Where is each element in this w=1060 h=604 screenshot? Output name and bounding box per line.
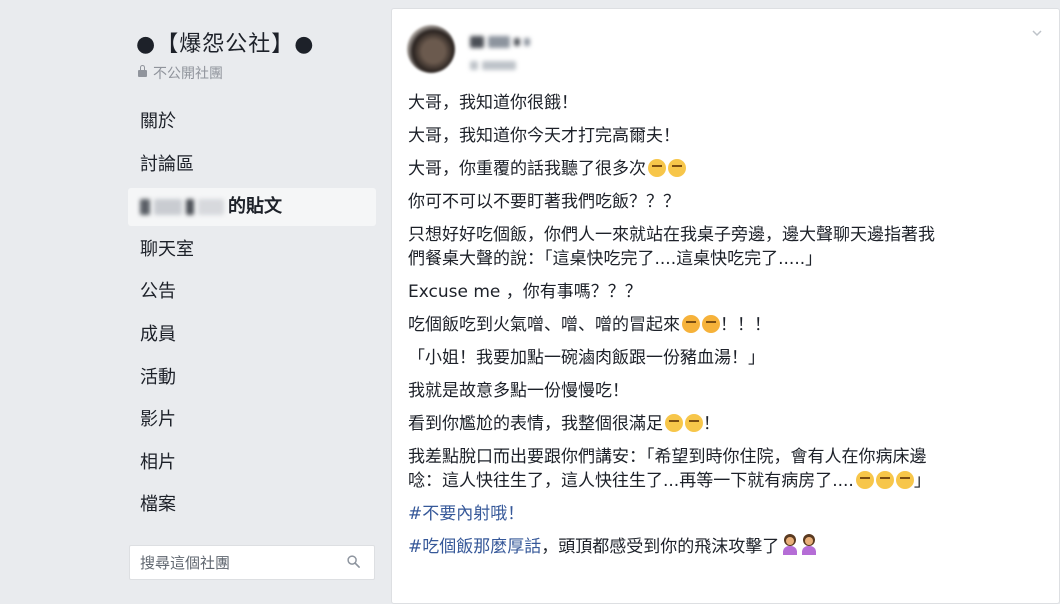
post-text: 大哥，你重覆的話我聽了很多次 [408, 159, 646, 179]
smile-emoji-icon [665, 414, 683, 432]
post-text: 唸：這人快往生了，這人快往生了...再等一下就有病房了.... [408, 471, 854, 491]
nav-item-label: 的貼文 [228, 196, 282, 218]
person-gesturing-icon [782, 537, 798, 555]
redacted-text [514, 37, 520, 46]
post-line: 大哥，我知道你今天才打完高爾夫！ [408, 126, 680, 146]
redacted-name [198, 199, 224, 216]
post-line: 你可不可以不要盯著我們吃飯？？？ [408, 192, 680, 212]
nav-item-videos[interactable]: 影片 [128, 401, 376, 439]
nav-item-label: 檔案 [140, 494, 176, 516]
nav-item-label: 相片 [140, 451, 176, 473]
hashtag-link[interactable]: #不要內射哦！ [408, 502, 1048, 526]
nav-item-files[interactable]: 檔案 [128, 486, 376, 524]
weary-emoji-icon [855, 471, 874, 489]
post-card: 大哥，我知道你很餓！ 大哥，我知道你今天才打完高爾夫！ 大哥，你重覆的話我聽了很… [391, 8, 1060, 604]
nav-item-events[interactable]: 活動 [128, 359, 376, 397]
post-body: 大哥，我知道你很餓！ 大哥，我知道你今天才打完高爾夫！ 大哥，你重覆的話我聽了很… [408, 91, 1048, 568]
nav-item-about[interactable]: 關於 [128, 103, 376, 141]
privacy-label: 不公開社團 [153, 66, 223, 82]
nav-item-label: 活動 [140, 366, 176, 388]
redacted-text [482, 61, 516, 70]
post-line: 吃個飯吃到火氣噌、噌、噌的冒起來 ！！！ [408, 313, 1048, 337]
angry-emoji-icon [682, 315, 700, 333]
post-line: Excuse me ，你有事嗎？？？ [408, 282, 642, 302]
nav-item-members[interactable]: 成員 [128, 316, 376, 354]
nav-item-label: 公告 [140, 281, 176, 303]
post-text: 」 [913, 471, 931, 491]
group-search-box [129, 545, 375, 580]
nav-item-label: 成員 [140, 323, 176, 345]
post-line: #吃個飯那麼厚話，頭頂都感受到你的飛沫攻擊了 [408, 535, 1048, 559]
post-text: ！！！ [720, 315, 771, 335]
author-avatar[interactable] [407, 25, 455, 73]
post-line: 我就是故意多點一份慢慢吃！ [408, 381, 629, 401]
post-line: 唸：這人快往生了，這人快往生了...再等一下就有病房了.... 」 [408, 469, 1048, 493]
post-line: 看到你尷尬的表情，我整個很滿足 ！ [408, 412, 1048, 436]
chevron-down-icon[interactable] [1031, 27, 1043, 39]
post-line: 只想好好吃個飯，你們人一來就站在我桌子旁邊，邊大聲聊天邊指著我 [408, 225, 935, 245]
nav-item-label: 影片 [140, 409, 176, 431]
redacted-name [186, 199, 194, 216]
post-line: 們餐桌大聲的說：「這桌快吃完了....這桌快吃完了.....」 [408, 249, 823, 269]
smile-emoji-icon [685, 414, 703, 432]
weary-emoji-icon [668, 159, 686, 177]
redacted-text [470, 35, 484, 48]
post-timestamp-redacted[interactable] [470, 55, 520, 74]
hashtag-link[interactable]: #吃個飯那麼厚話 [408, 537, 541, 557]
group-search-input[interactable] [140, 553, 330, 573]
nav-item-member-posts[interactable]: 的貼文 [128, 188, 376, 227]
angry-emoji-icon [702, 315, 720, 333]
weary-emoji-icon [895, 471, 914, 489]
post-text: ，頭頂都感受到你的飛沫攻擊了 [541, 537, 780, 557]
weary-emoji-icon [875, 471, 894, 489]
post-line: 大哥，你重覆的話我聽了很多次 [408, 157, 1048, 181]
lock-icon [138, 65, 147, 77]
post-text: 看到你尷尬的表情，我整個很滿足 [408, 414, 663, 434]
redacted-name [154, 199, 182, 216]
redacted-text [524, 37, 530, 46]
group-nav: 關於 討論區 的貼文 聊天室 公告 成員 活動 影片 相片 檔案 [128, 103, 376, 529]
nav-item-label: 聊天室 [140, 238, 194, 260]
nav-item-announcements[interactable]: 公告 [128, 273, 376, 311]
post-line: 我差點脫口而出要跟你們講安：「希望到時你住院，會有人在你病床邊 [408, 447, 927, 467]
search-icon[interactable] [347, 555, 360, 568]
group-title[interactable]: ●【爆怨公社】● [136, 26, 314, 58]
post-line: 大哥，我知道你很餓！ [408, 93, 578, 113]
redacted-name [140, 199, 150, 216]
nav-item-label: 討論區 [140, 153, 194, 175]
redacted-text [488, 35, 510, 48]
author-name-redacted[interactable] [470, 31, 534, 50]
post-text: 吃個飯吃到火氣噌、噌、噌的冒起來 [408, 315, 680, 335]
nav-item-label: 關於 [140, 111, 176, 132]
redacted-text [470, 61, 478, 70]
weary-emoji-icon [648, 159, 666, 177]
person-gesturing-icon [801, 537, 817, 555]
group-privacy: 不公開社團 [138, 63, 223, 83]
nav-item-discussion[interactable]: 討論區 [128, 146, 376, 184]
post-text: ！ [703, 414, 720, 434]
nav-item-photos[interactable]: 相片 [128, 444, 376, 482]
group-sidebar: ●【爆怨公社】● 不公開社團 關於 討論區 的貼文 聊天室 公告 成員 活動 影… [0, 0, 390, 596]
nav-item-chat[interactable]: 聊天室 [128, 231, 376, 269]
post-line: 「小姐！我要加點一碗滷肉飯跟一份豬血湯！」 [408, 348, 765, 368]
